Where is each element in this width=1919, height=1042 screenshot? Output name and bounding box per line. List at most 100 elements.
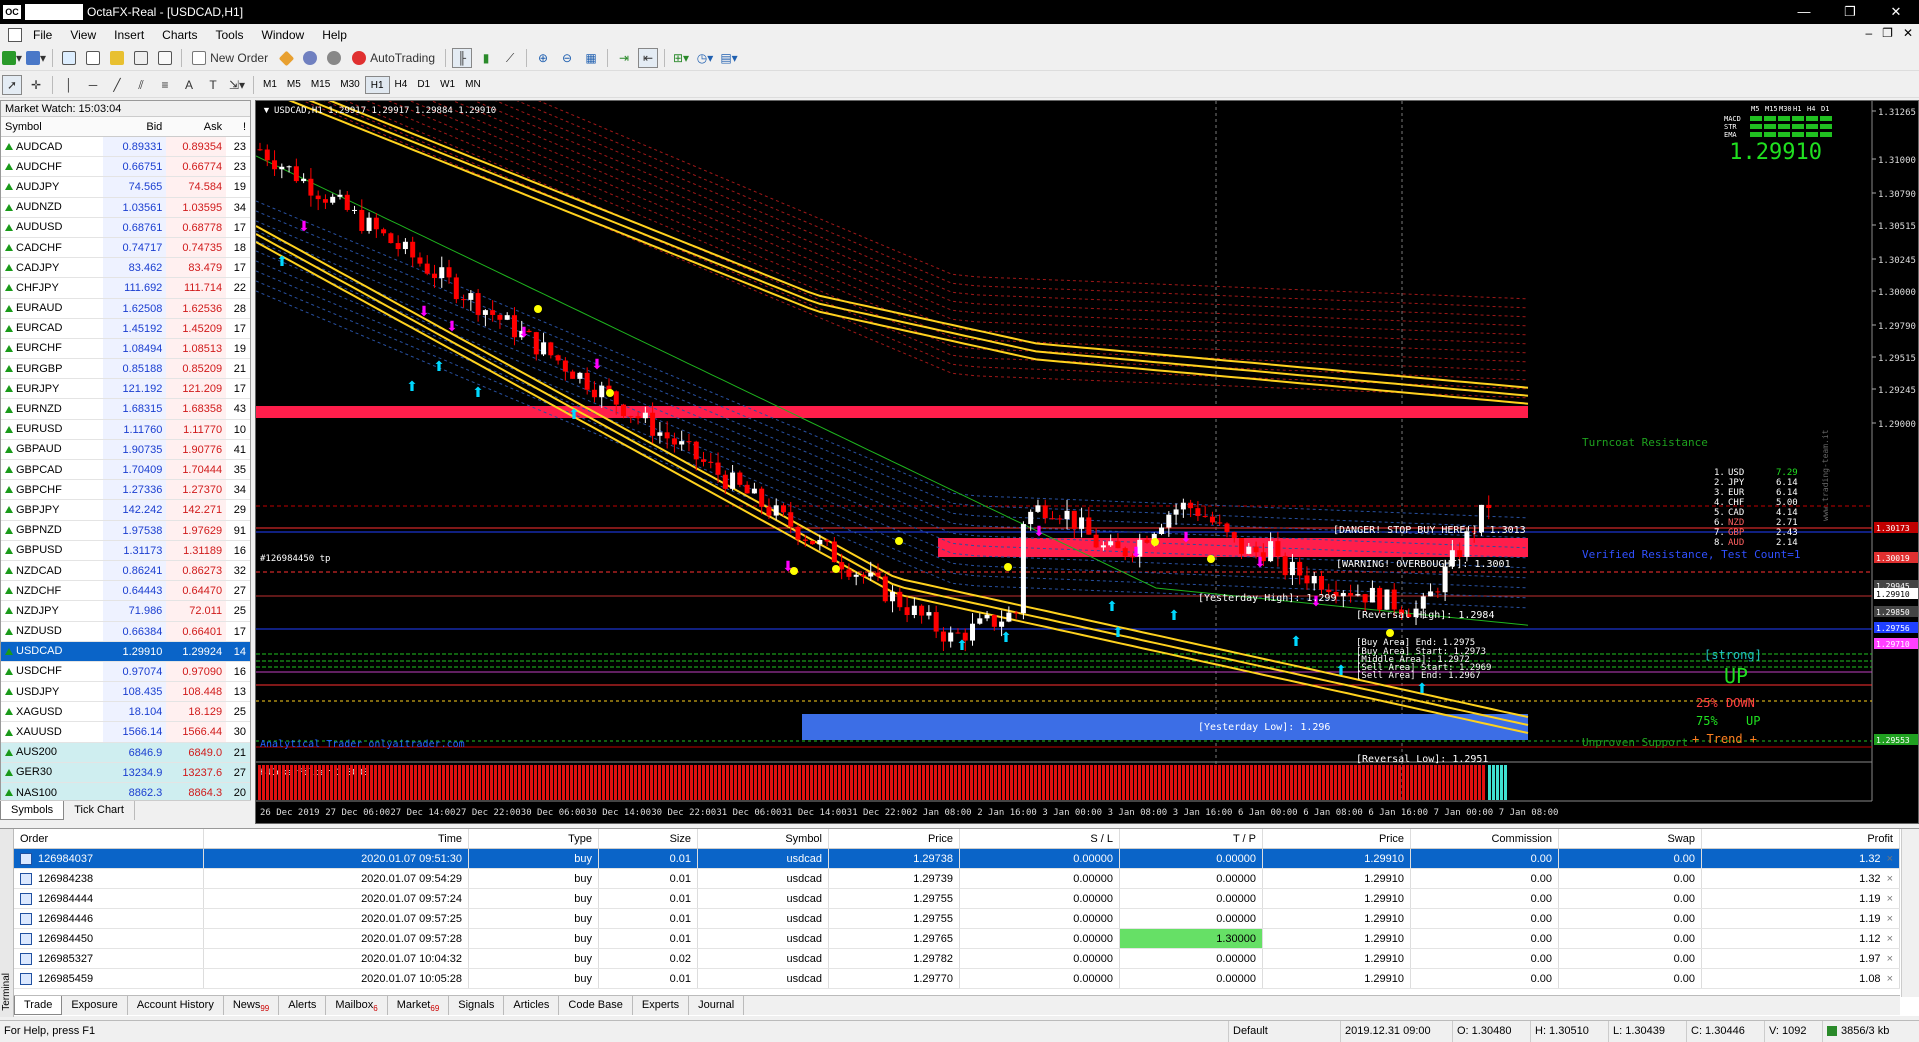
horizontal-line-icon[interactable]: ─ xyxy=(83,75,103,95)
timeframe-d1[interactable]: D1 xyxy=(412,76,435,94)
timeframe-h1[interactable]: H1 xyxy=(364,76,390,94)
market-watch-row[interactable]: AUS200 6846.9 6849.0 21 xyxy=(1,742,250,763)
market-watch-row[interactable]: USDCAD 1.29910 1.29924 14 xyxy=(1,641,250,662)
terminal-tab-account-history[interactable]: Account History xyxy=(128,996,224,1015)
close-order-icon[interactable]: × xyxy=(1887,973,1893,985)
terminal-tab-code-base[interactable]: Code Base xyxy=(559,996,633,1015)
terminal-tab-alerts[interactable]: Alerts xyxy=(279,996,327,1015)
column-bid[interactable]: Bid xyxy=(103,117,167,136)
timeframe-m15[interactable]: M15 xyxy=(306,76,335,94)
market-watch-row[interactable]: XAGUSD 18.104 18.129 25 xyxy=(1,702,250,723)
tile-windows-icon[interactable]: ▦ xyxy=(581,48,601,68)
column-header[interactable]: Size xyxy=(599,829,698,848)
market-watch-row[interactable]: GBPNZD 1.97538 1.97629 91 xyxy=(1,520,250,541)
child-minimize-icon[interactable]: – xyxy=(1865,26,1872,40)
signals-icon[interactable] xyxy=(324,48,344,68)
terminal-scrollbar[interactable] xyxy=(1901,829,1919,997)
column-header[interactable]: Order xyxy=(14,829,204,848)
market-watch-row[interactable]: USDJPY 108.435 108.448 13 xyxy=(1,682,250,703)
order-row[interactable]: 126984037 2020.01.07 09:51:30 buy 0.01 usdca… xyxy=(14,849,1900,869)
bar-chart-icon[interactable]: ╟ xyxy=(452,48,473,68)
chart-window[interactable]: ⬆ ⬆ ⬆ ⬆ ⬆ ⬆ ⬆ ⬆ ⬆ ⬆ ⬆ ⬆ ⬆ ⬇ ⬇ ⬇ ⬇ ⬇ ⬇ ⬇ ⬇ ⬇ ⬇ ⬇ ▼ USDCAD,H1 1.299… xyxy=(255,100,1919,824)
timeframe-mn[interactable]: MN xyxy=(460,76,486,94)
restore-button[interactable]: ❐ xyxy=(1827,0,1873,24)
market-watch-row[interactable]: AUDNZD 1.03561 1.03595 34 xyxy=(1,197,250,218)
close-order-icon[interactable]: × xyxy=(1887,853,1893,865)
market-watch-row[interactable]: EURNZD 1.68315 1.68358 43 xyxy=(1,399,250,420)
market-watch-row[interactable]: GER30 13234.9 13237.6 27 xyxy=(1,762,250,783)
column-symbol[interactable]: Symbol xyxy=(1,117,103,136)
column-header[interactable]: Commission xyxy=(1411,829,1559,848)
market-watch-row[interactable]: EURGBP 0.85188 0.85209 21 xyxy=(1,359,250,380)
menu-help[interactable]: Help xyxy=(313,28,356,42)
fibonacci-icon[interactable]: ≡ xyxy=(155,75,175,95)
market-watch-row[interactable]: AUDCAD 0.89331 0.89354 23 xyxy=(1,137,250,158)
market-watch-row[interactable]: AUDCHF 0.66751 0.66774 23 xyxy=(1,157,250,178)
close-order-icon[interactable]: × xyxy=(1887,953,1893,965)
terminal-tab-articles[interactable]: Articles xyxy=(504,996,560,1015)
column-header[interactable]: Swap xyxy=(1559,829,1702,848)
market-watch-row[interactable]: NZDCAD 0.86241 0.86273 32 xyxy=(1,560,250,582)
terminal-tab-signals[interactable]: Signals xyxy=(449,996,505,1015)
market-watch-row[interactable]: GBPUSD 1.31173 1.31189 16 xyxy=(1,540,250,561)
terminal-tab-experts[interactable]: Experts xyxy=(633,996,690,1015)
market-watch-row[interactable]: NZDCHF 0.64443 0.64470 27 xyxy=(1,581,250,602)
arrows-icon[interactable]: ⇲▾ xyxy=(227,75,247,95)
menu-charts[interactable]: Charts xyxy=(153,28,206,42)
new-chart-icon[interactable]: ▾ xyxy=(2,48,22,68)
column-ask[interactable]: Ask xyxy=(166,117,226,136)
price-chart[interactable]: ⬆⬆⬆⬆⬆⬆ ⬆⬆⬆⬆⬆⬆⬆⬇⬇⬇ ⬇⬇⬇⬇⬇⬇⬇⬇▼ USDCAD,H1 1.299… xyxy=(256,101,1919,824)
zoom-in-icon[interactable]: ⊕ xyxy=(533,48,553,68)
vertical-line-icon[interactable]: │ xyxy=(59,75,79,95)
autotrading-button[interactable]: AutoTrading xyxy=(348,48,439,68)
market-watch-row[interactable]: AUDJPY 74.565 74.584 19 xyxy=(1,177,250,198)
close-order-icon[interactable]: × xyxy=(1887,933,1893,945)
column-spread[interactable]: ! xyxy=(226,117,250,136)
column-header[interactable]: Time xyxy=(204,829,469,848)
market-watch-row[interactable]: USDCHF 0.97074 0.97090 16 xyxy=(1,661,250,683)
column-header[interactable]: Symbol xyxy=(698,829,829,848)
market-watch-row[interactable]: EURCHF 1.08494 1.08513 19 xyxy=(1,338,250,360)
periods-icon[interactable]: ◷▾ xyxy=(695,48,715,68)
trendline-icon[interactable]: ╱ xyxy=(107,75,127,95)
crosshair-icon[interactable]: ✛ xyxy=(26,75,46,95)
menu-insert[interactable]: Insert xyxy=(105,28,153,42)
zoom-out-icon[interactable]: ⊖ xyxy=(557,48,577,68)
market-watch-row[interactable]: GBPCAD 1.70409 1.70444 35 xyxy=(1,460,250,481)
market-watch-row[interactable]: EURCAD 1.45192 1.45209 17 xyxy=(1,318,250,339)
terminal-tab-news[interactable]: News99 xyxy=(224,996,280,1015)
community-icon[interactable] xyxy=(300,48,320,68)
auto-scroll-icon[interactable]: ⇥ xyxy=(614,48,634,68)
chart-shift-icon[interactable]: ⇤ xyxy=(638,48,659,68)
timeframe-w1[interactable]: W1 xyxy=(435,76,460,94)
document-icon[interactable] xyxy=(8,27,22,42)
tab-symbols[interactable]: Symbols xyxy=(0,801,65,820)
close-button[interactable]: ✕ xyxy=(1873,0,1919,24)
market-watch-row[interactable]: CADCHF 0.74717 0.74735 18 xyxy=(1,237,250,259)
timeframe-h4[interactable]: H4 xyxy=(390,76,413,94)
channel-icon[interactable]: ⫽ xyxy=(131,75,151,95)
menu-file[interactable]: File xyxy=(24,28,61,42)
new-order-button[interactable]: New Order xyxy=(188,48,272,68)
order-row[interactable]: 126984238 2020.01.07 09:54:29 buy 0.01 usdca… xyxy=(14,869,1900,889)
column-header[interactable]: T / P xyxy=(1120,829,1263,848)
child-close-icon[interactable]: ✕ xyxy=(1903,26,1913,40)
terminal-tab-journal[interactable]: Journal xyxy=(689,996,745,1015)
terminal-tab-market[interactable]: Market69 xyxy=(388,996,450,1015)
cursor-icon[interactable]: ➚ xyxy=(2,75,22,95)
menu-tools[interactable]: Tools xyxy=(207,28,253,42)
column-header[interactable]: Type xyxy=(469,829,599,848)
market-watch-row[interactable]: XAUUSD 1566.14 1566.44 30 xyxy=(1,722,250,743)
tester-icon[interactable] xyxy=(155,48,175,68)
column-header[interactable]: Price xyxy=(829,829,960,848)
menu-view[interactable]: View xyxy=(61,28,105,42)
data-window-icon[interactable] xyxy=(83,48,103,68)
text-icon[interactable]: A xyxy=(179,75,199,95)
metaeditor-icon[interactable] xyxy=(276,48,296,68)
order-row[interactable]: 126984450 2020.01.07 09:57:28 buy 0.01 usdca… xyxy=(14,929,1900,949)
profiles-icon[interactable]: ▾ xyxy=(26,48,46,68)
text-label-icon[interactable]: T xyxy=(203,75,223,95)
column-header[interactable]: Price xyxy=(1263,829,1411,848)
tab-tick-chart[interactable]: Tick Chart xyxy=(64,801,135,820)
market-watch-row[interactable]: EURJPY 121.192 121.209 17 xyxy=(1,379,250,400)
